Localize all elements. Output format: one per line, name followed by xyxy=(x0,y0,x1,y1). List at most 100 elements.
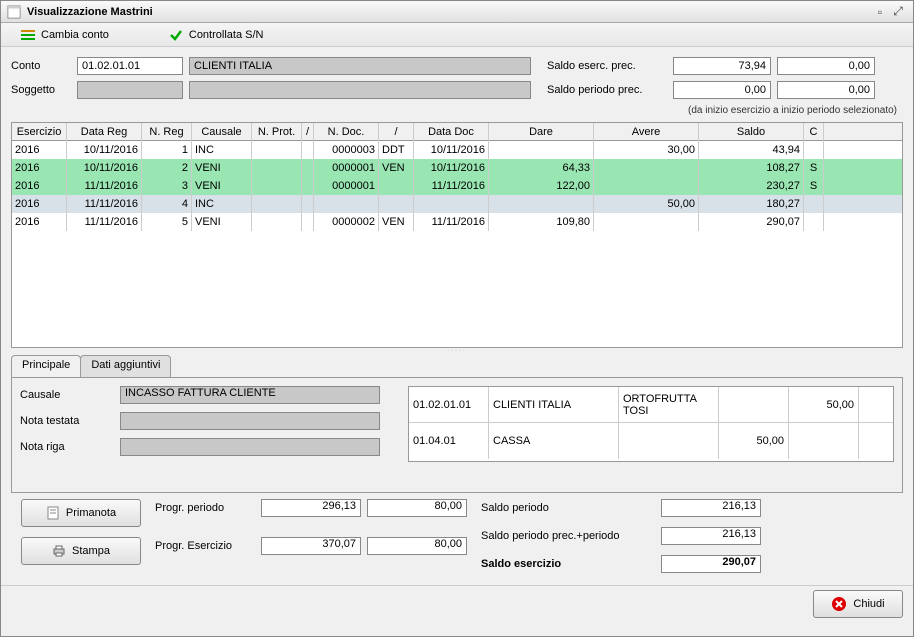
ledger-grid[interactable]: Esercizio Data Reg N. Reg Causale N. Pro… xyxy=(11,122,903,348)
detail-cell: ORTOFRUTTA TOSI xyxy=(619,387,719,422)
cell-nd: 0000001 xyxy=(314,159,379,177)
col-n-prot[interactable]: N. Prot. xyxy=(252,123,302,141)
cell-av: 30,00 xyxy=(594,141,699,159)
table-row[interactable]: 201610/11/20161INC0000003DDT10/11/201630… xyxy=(12,141,902,159)
cambia-conto-button[interactable]: Cambia conto xyxy=(21,28,109,42)
causale-label: Causale xyxy=(20,389,120,401)
detail-cell xyxy=(789,423,859,459)
detail-cell: CLIENTI ITALIA xyxy=(489,387,619,422)
detail-row[interactable]: 01.04.01 CASSA 50,00 xyxy=(409,423,893,459)
tab-strip: Principale Dati aggiuntivi xyxy=(11,355,903,377)
cell-da: 64,33 xyxy=(489,159,594,177)
cell-da xyxy=(489,141,594,159)
maximize-button[interactable]: ⤢ xyxy=(889,4,907,19)
cell-np xyxy=(252,159,302,177)
soggetto-code-input[interactable] xyxy=(77,81,183,99)
table-row[interactable]: 201610/11/20162VENI0000001VEN10/11/20166… xyxy=(12,159,902,177)
saldo-esercizio-val: 290,07 xyxy=(661,555,761,573)
col-data-reg[interactable]: Data Reg xyxy=(67,123,142,141)
cell-nr: 3 xyxy=(142,177,192,195)
cell-es: 2016 xyxy=(12,141,67,159)
conto-label: Conto xyxy=(11,60,71,72)
col-c[interactable]: C xyxy=(804,123,824,141)
tab-dati-aggiuntivi[interactable]: Dati aggiuntivi xyxy=(80,355,171,377)
chiudi-button[interactable]: Chiudi xyxy=(813,590,903,618)
cell-s1 xyxy=(302,195,314,213)
col-data-doc[interactable]: Data Doc xyxy=(414,123,489,141)
cell-av: 50,00 xyxy=(594,195,699,213)
col-sep2[interactable]: / xyxy=(379,123,414,141)
cell-s1 xyxy=(302,213,314,231)
causale-value: INCASSO FATTURA CLIENTE xyxy=(120,386,380,404)
close-icon xyxy=(831,596,847,612)
progr-periodo-label: Progr. periodo xyxy=(155,502,255,514)
stampa-label: Stampa xyxy=(72,545,110,557)
conto-desc-input xyxy=(189,57,531,75)
table-row[interactable]: 201611/11/20164INC50,00180,27 xyxy=(12,195,902,213)
col-causale[interactable]: Causale xyxy=(192,123,252,141)
chiudi-label: Chiudi xyxy=(853,598,884,610)
saldo-periodo-b xyxy=(777,81,875,99)
progr-periodo-b: 80,00 xyxy=(367,499,467,517)
controllata-button[interactable]: Controllata S/N xyxy=(169,28,264,42)
cell-sa: 43,94 xyxy=(699,141,804,159)
col-sep1[interactable]: / xyxy=(302,123,314,141)
table-row[interactable]: 201611/11/20165VENI0000002VEN11/11/20161… xyxy=(12,213,902,231)
cell-ca: INC xyxy=(192,195,252,213)
cell-dr: 11/11/2016 xyxy=(67,195,142,213)
titlebar[interactable]: Visualizzazione Mastrini ▫ ⤢ xyxy=(1,1,913,23)
cell-np xyxy=(252,177,302,195)
nota-riga-label: Nota riga xyxy=(20,441,120,453)
cell-dr: 10/11/2016 xyxy=(67,141,142,159)
saldo-periodo-prec-val: 216,13 xyxy=(661,527,761,545)
cell-ca: VENI xyxy=(192,177,252,195)
cell-av xyxy=(594,177,699,195)
stampa-button[interactable]: Stampa xyxy=(21,537,141,565)
cell-ca: INC xyxy=(192,141,252,159)
col-n-doc[interactable]: N. Doc. xyxy=(314,123,379,141)
col-dare[interactable]: Dare xyxy=(489,123,594,141)
tab-panel: Causale INCASSO FATTURA CLIENTE Nota tes… xyxy=(11,377,903,493)
cell-da xyxy=(489,195,594,213)
col-avere[interactable]: Avere xyxy=(594,123,699,141)
soggetto-desc-input xyxy=(189,81,531,99)
minimize-button[interactable]: ▫ xyxy=(871,5,889,19)
soggetto-label: Soggetto xyxy=(11,84,71,96)
primanota-button[interactable]: Primanota xyxy=(21,499,141,527)
col-esercizio[interactable]: Esercizio xyxy=(12,123,67,141)
cell-nr: 1 xyxy=(142,141,192,159)
cell-nr: 2 xyxy=(142,159,192,177)
saldo-periodo-a xyxy=(673,81,771,99)
hint-text: (da inizio esercizio a inizio periodo se… xyxy=(11,105,903,116)
cell-dd xyxy=(414,195,489,213)
detail-cell xyxy=(619,423,719,459)
cell-es: 2016 xyxy=(12,195,67,213)
progr-periodo-a: 296,13 xyxy=(261,499,361,517)
progr-esercizio-a: 370,07 xyxy=(261,537,361,555)
saldo-periodo-label2: Saldo periodo xyxy=(481,502,651,514)
cell-dd: 10/11/2016 xyxy=(414,159,489,177)
controllata-label: Controllata S/N xyxy=(189,29,264,41)
cell-es: 2016 xyxy=(12,159,67,177)
cell-s2 xyxy=(379,195,414,213)
cell-np xyxy=(252,141,302,159)
tab-principale[interactable]: Principale xyxy=(11,355,81,377)
cell-dd: 11/11/2016 xyxy=(414,177,489,195)
col-saldo[interactable]: Saldo xyxy=(699,123,804,141)
cell-da: 122,00 xyxy=(489,177,594,195)
cell-cc xyxy=(804,195,824,213)
col-n-reg[interactable]: N. Reg xyxy=(142,123,192,141)
cambia-conto-label: Cambia conto xyxy=(41,29,109,41)
cell-nd: 0000001 xyxy=(314,177,379,195)
table-row[interactable]: 201611/11/20163VENI000000111/11/2016122,… xyxy=(12,177,902,195)
cell-sa: 108,27 xyxy=(699,159,804,177)
cell-s2: VEN xyxy=(379,213,414,231)
saldo-periodo-val: 216,13 xyxy=(661,499,761,517)
cell-nd xyxy=(314,195,379,213)
cell-np xyxy=(252,195,302,213)
conto-code-input[interactable] xyxy=(77,57,183,75)
cell-nr: 4 xyxy=(142,195,192,213)
detail-row[interactable]: 01.02.01.01 CLIENTI ITALIA ORTOFRUTTA TO… xyxy=(409,387,893,423)
detail-cell: 01.04.01 xyxy=(409,423,489,459)
detail-grid[interactable]: 01.02.01.01 CLIENTI ITALIA ORTOFRUTTA TO… xyxy=(408,386,894,462)
